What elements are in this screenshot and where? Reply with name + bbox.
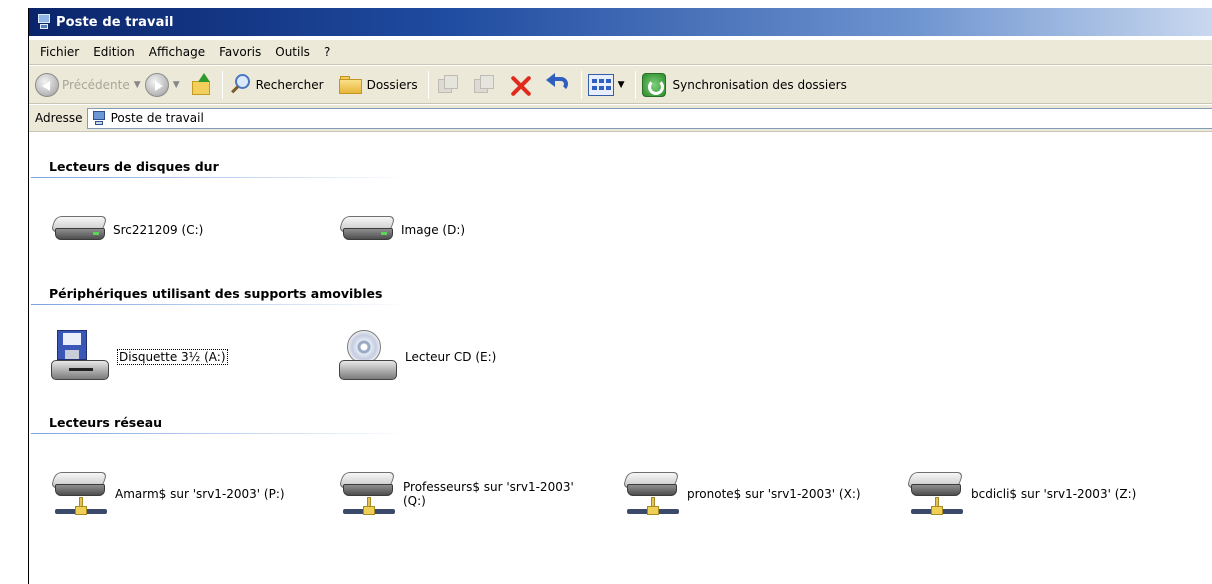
toolbar-separator xyxy=(580,70,582,99)
sync-icon xyxy=(641,72,666,97)
group-header-hard-drives: Lecteurs de disques dur xyxy=(49,159,219,174)
network-drive-icon xyxy=(50,468,109,520)
sync-folders-button[interactable]: Synchronisation des dossiers xyxy=(641,70,847,100)
search-button[interactable]: Rechercher xyxy=(229,70,324,100)
back-label: Précédente xyxy=(62,77,130,92)
folders-label: Dossiers xyxy=(366,77,418,92)
drive-label: Src221209 (C:) xyxy=(113,223,204,237)
group-divider xyxy=(31,177,411,178)
back-button[interactable]: Précédente ▼ xyxy=(35,70,141,100)
address-label: Adresse xyxy=(35,111,83,125)
drive-item-c[interactable]: Src221209 (C:) xyxy=(50,212,204,248)
network-drive-item-z[interactable]: bcdicli$ sur 'srv1-2003' (Z:) xyxy=(906,468,1137,520)
undo-button[interactable] xyxy=(545,70,571,100)
drive-label: Amarm$ sur 'srv1-2003' (P:) xyxy=(115,487,285,501)
search-label: Rechercher xyxy=(255,77,324,92)
drive-label: pronote$ sur 'srv1-2003' (X:) xyxy=(687,487,861,501)
toolbar-separator xyxy=(221,70,223,99)
window-title: Poste de travail xyxy=(56,14,174,30)
menu-outils[interactable]: Outils xyxy=(275,45,310,59)
search-icon xyxy=(229,73,253,97)
network-drive-icon xyxy=(906,468,965,520)
menu-help[interactable]: ? xyxy=(324,45,330,59)
hard-drive-icon xyxy=(338,212,396,248)
my-computer-icon xyxy=(37,14,51,30)
title-bar[interactable]: Poste de travail xyxy=(29,8,1212,36)
network-drive-item-q[interactable]: Professeurs$ sur 'srv1-2003' (Q:) xyxy=(338,468,593,520)
drive-label: Lecteur CD (E:) xyxy=(405,350,497,364)
group-divider xyxy=(31,304,411,305)
drive-label: Image (D:) xyxy=(401,223,466,237)
address-value: Poste de travail xyxy=(110,111,204,125)
explorer-window: Poste de travail Fichier Edition Afficha… xyxy=(28,8,1212,584)
group-header-network: Lecteurs réseau xyxy=(49,415,163,430)
back-arrow-icon xyxy=(35,72,59,97)
drive-item-d[interactable]: Image (D:) xyxy=(338,212,466,248)
forward-dropdown-icon[interactable]: ▼ xyxy=(173,80,180,90)
drive-label: bcdicli$ sur 'srv1-2003' (Z:) xyxy=(971,487,1137,501)
undo-icon xyxy=(545,72,571,97)
network-drive-item-x[interactable]: pronote$ sur 'srv1-2003' (X:) xyxy=(622,468,861,520)
network-drive-icon xyxy=(338,468,397,520)
copy-to-button[interactable] xyxy=(471,70,497,100)
drive-label: Disquette 3½ (A:) xyxy=(117,349,228,365)
views-icon xyxy=(587,73,614,96)
my-computer-icon xyxy=(92,110,106,126)
drive-item-a[interactable]: Disquette 3½ (A:) xyxy=(49,330,228,384)
delete-button[interactable] xyxy=(509,70,533,100)
address-field[interactable]: Poste de travail xyxy=(86,107,1212,129)
floppy-drive-icon xyxy=(49,330,111,384)
group-divider xyxy=(31,433,411,434)
drive-label: Professeurs$ sur 'srv1-2003' (Q:) xyxy=(403,480,574,508)
menu-affichage[interactable]: Affichage xyxy=(149,45,205,59)
drive-item-e[interactable]: Lecteur CD (E:) xyxy=(337,330,496,384)
cd-drive-icon xyxy=(337,330,399,384)
folders-button[interactable]: Dossiers xyxy=(338,70,418,100)
up-button[interactable] xyxy=(190,70,212,100)
group-header-removable: Périphériques utilisant des supports amo… xyxy=(49,286,383,301)
hard-drive-icon xyxy=(50,212,108,248)
move-to-button[interactable] xyxy=(435,70,461,100)
toolbar-separator xyxy=(427,70,429,99)
menu-edition[interactable]: Edition xyxy=(93,45,135,59)
toolbar-separator xyxy=(634,70,636,99)
folder-up-icon xyxy=(190,72,212,97)
network-drive-icon xyxy=(622,468,681,520)
menu-favoris[interactable]: Favoris xyxy=(219,45,261,59)
toolbar: Précédente ▼ ▼ Rechercher Dossiers ▼ Syn… xyxy=(29,66,1212,104)
menu-bar: Fichier Edition Affichage Favoris Outils… xyxy=(29,39,1212,65)
views-dropdown-icon[interactable]: ▼ xyxy=(618,80,625,90)
content-pane: Lecteurs de disques dur Src221209 (C:) I… xyxy=(29,150,1212,584)
network-drive-item-p[interactable]: Amarm$ sur 'srv1-2003' (P:) xyxy=(50,468,285,520)
back-dropdown-icon[interactable]: ▼ xyxy=(134,80,141,90)
move-to-icon xyxy=(435,73,461,97)
folder-icon xyxy=(338,74,364,96)
forward-arrow-icon xyxy=(144,72,169,97)
address-bar: Adresse Poste de travail xyxy=(29,104,1212,132)
forward-button[interactable]: ▼ xyxy=(144,70,180,100)
sync-label: Synchronisation des dossiers xyxy=(672,77,847,92)
menu-fichier[interactable]: Fichier xyxy=(40,45,79,59)
views-button[interactable]: ▼ xyxy=(587,70,625,100)
copy-to-icon xyxy=(471,73,497,97)
delete-x-icon xyxy=(509,73,533,97)
